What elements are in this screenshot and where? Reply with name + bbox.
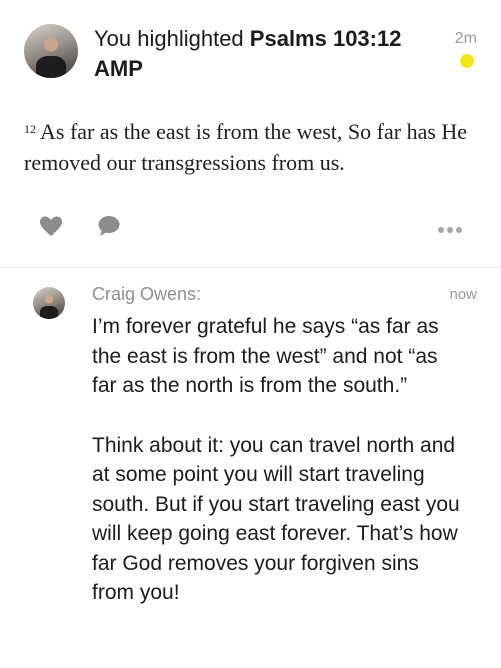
comment-timestamp: now [449,286,477,303]
verse-text[interactable]: 12 As far as the east is from the west, S… [24,114,484,178]
avatar[interactable] [24,24,78,78]
action-bar [0,208,501,244]
speech-bubble-icon[interactable] [96,214,122,238]
comment-paragraph: I’m forever grateful he says “as far as … [92,315,439,397]
comment-paragraph: Think about it: you can travel north and… [92,433,460,605]
timestamp: 2m [454,30,477,47]
comment-author[interactable]: Craig Owens: [92,284,201,305]
verse-reference[interactable]: Psalms 103:12 [250,26,402,51]
highlight-prefix: You highlighted [94,26,244,51]
comment-body: I’m forever grateful he says “as far as … [92,312,462,638]
verse-number: 12 [24,122,36,136]
highlight-title: You highlighted Psalms 103:12 AMP [94,24,424,84]
commenter-avatar[interactable] [33,287,65,319]
verse-body: As far as the east is from the west, So … [24,119,468,175]
bible-version: AMP [94,56,143,81]
divider [0,267,501,268]
ellipsis-icon[interactable] [437,218,463,242]
highlight-card: You highlighted Psalms 103:12 AMP 2m 12 A… [0,0,501,268]
heart-icon[interactable] [38,214,64,238]
highlight-color-dot [460,54,474,68]
